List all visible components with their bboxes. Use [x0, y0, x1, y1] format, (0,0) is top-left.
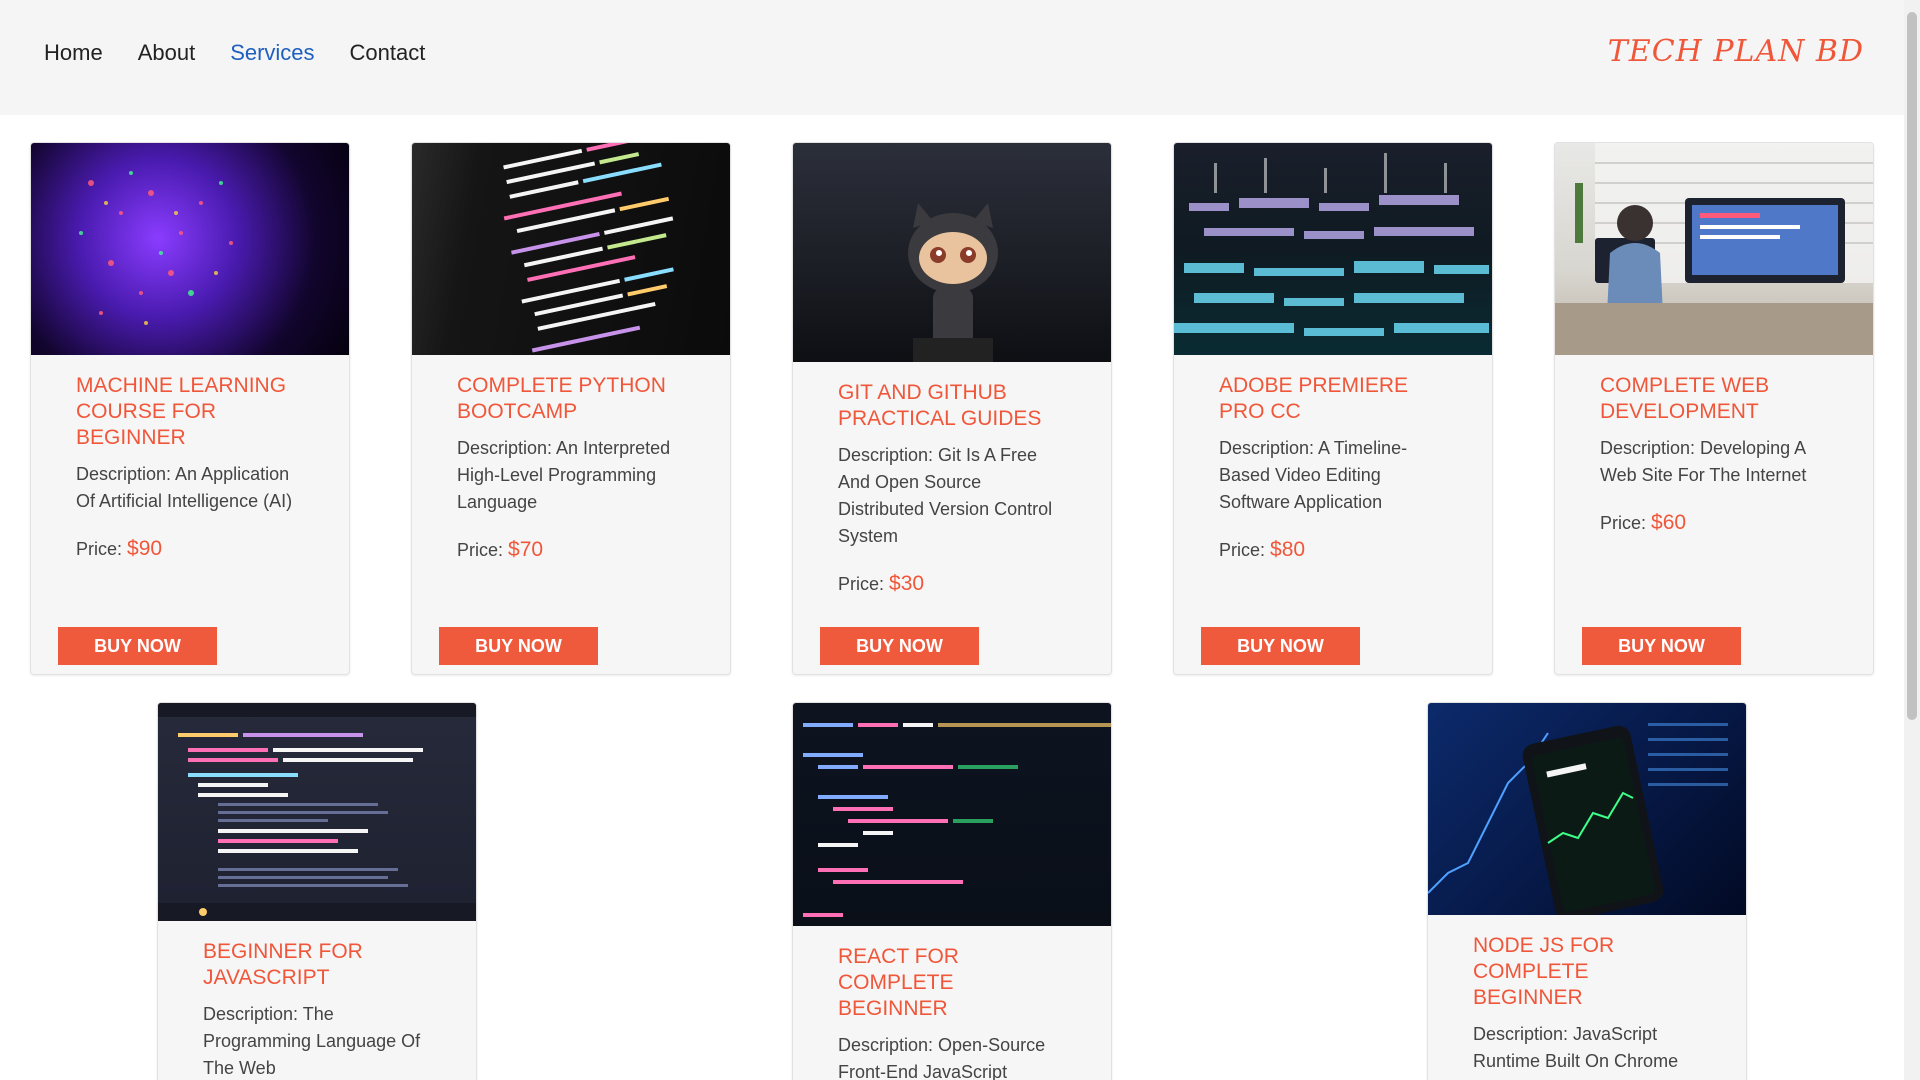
price-amount: $30 — [889, 572, 925, 595]
card-description: Description: JavaScript Runtime Built On… — [1473, 1024, 1679, 1080]
card-body: NODE JS FOR COMPLETE BEGINNER Descriptio… — [1428, 915, 1746, 1080]
stock-phone-image — [1428, 703, 1746, 915]
price-amount: $80 — [1270, 538, 1306, 561]
card-body: COMPLETE WEB DEVELOPMENT Description: De… — [1555, 355, 1873, 535]
course-card: GIT AND GITHUB PRACTICAL GUIDES Descript… — [792, 142, 1112, 675]
buy-now-button[interactable]: BUY NOW — [1582, 627, 1741, 665]
video-timeline-image — [1174, 143, 1492, 355]
buy-now-button[interactable]: BUY NOW — [820, 627, 979, 665]
card-description: Description: An Application Of Artificia… — [76, 464, 293, 511]
course-card: NODE JS FOR COMPLETE BEGINNER Descriptio… — [1427, 702, 1747, 1080]
nav-links: Home About Services Contact — [44, 40, 425, 66]
price-label: Price: — [457, 540, 504, 560]
price-amount: $60 — [1651, 511, 1687, 534]
nav-link-about[interactable]: About — [138, 40, 196, 66]
developer-desk-image — [1555, 143, 1873, 355]
card-title: REACT FOR COMPLETE BEGINNER — [838, 945, 959, 1020]
card-title: BEGINNER FOR JAVASCRIPT — [203, 940, 363, 989]
scrollbar-thumb[interactable] — [1907, 12, 1917, 720]
price-label: Price: — [1600, 513, 1647, 533]
price-label: Price: — [76, 539, 123, 559]
card-price: Price: $60 — [1600, 511, 1828, 535]
course-card: MACHINE LEARNING COURSE FOR BEGINNER Des… — [30, 142, 350, 675]
buy-now-button[interactable]: BUY NOW — [1201, 627, 1360, 665]
card-description: Description: An Interpreted High-Level P… — [457, 438, 671, 512]
price-label: Price: — [838, 574, 885, 594]
nav-link-home[interactable]: Home — [44, 40, 103, 66]
card-body: COMPLETE PYTHON BOOTCAMP Description: An… — [412, 355, 730, 562]
brand-logo[interactable]: TECH PLAN BD — [1608, 34, 1864, 69]
buy-now-button[interactable]: BUY NOW — [439, 627, 598, 665]
card-description: Description: Git Is A Free And Open Sour… — [838, 445, 1053, 546]
vertical-scrollbar[interactable] — [1904, 0, 1920, 1080]
course-card: BEGINNER FOR JAVASCRIPT Description: The… — [157, 702, 477, 1080]
card-body: REACT FOR COMPLETE BEGINNER Description:… — [793, 926, 1111, 1080]
card-price: Price: $80 — [1219, 538, 1447, 562]
card-body: GIT AND GITHUB PRACTICAL GUIDES Descript… — [793, 362, 1111, 596]
course-card: REACT FOR COMPLETE BEGINNER Description:… — [792, 702, 1112, 1080]
card-body: ADOBE PREMIERE PRO CC Description: A Tim… — [1174, 355, 1492, 562]
javascript-code-image — [158, 703, 476, 921]
card-title: COMPLETE PYTHON BOOTCAMP — [457, 374, 666, 423]
card-body: MACHINE LEARNING COURSE FOR BEGINNER Des… — [31, 355, 349, 561]
card-description: Description: A Timeline-Based Video Edit… — [1219, 438, 1408, 512]
python-code-image — [412, 143, 730, 355]
card-price: Price: $70 — [457, 538, 685, 562]
card-title: ADOBE PREMIERE PRO CC — [1219, 374, 1409, 423]
price-label: Price: — [1219, 540, 1266, 560]
card-price: Price: $30 — [838, 572, 1066, 596]
course-card: COMPLETE WEB DEVELOPMENT Description: De… — [1554, 142, 1874, 675]
course-card: COMPLETE PYTHON BOOTCAMP Description: An… — [411, 142, 731, 675]
card-price: Price: $90 — [76, 537, 304, 561]
card-body: BEGINNER FOR JAVASCRIPT Description: The… — [158, 921, 476, 1080]
card-title: NODE JS FOR COMPLETE BEGINNER — [1473, 934, 1615, 1009]
price-amount: $90 — [127, 537, 163, 560]
buy-now-button[interactable]: BUY NOW — [58, 627, 217, 665]
card-description: Description: Developing A Web Site For T… — [1600, 438, 1807, 485]
card-title: MACHINE LEARNING COURSE FOR BEGINNER — [76, 374, 287, 449]
card-description: Description: Open-Source Front-End JavaS… — [838, 1035, 1046, 1080]
card-title: GIT AND GITHUB PRACTICAL GUIDES — [838, 381, 1042, 430]
card-title: COMPLETE WEB DEVELOPMENT — [1600, 374, 1770, 423]
octocat-figure-image — [793, 143, 1111, 362]
neon-face-image — [31, 143, 349, 355]
react-code-image — [793, 703, 1111, 926]
card-description: Description: The Programming Language Of… — [203, 1004, 421, 1078]
course-card: ADOBE PREMIERE PRO CC Description: A Tim… — [1173, 142, 1493, 675]
navbar: Home About Services Contact TECH PLAN BD — [0, 0, 1904, 115]
price-amount: $70 — [508, 538, 544, 561]
nav-link-services[interactable]: Services — [230, 40, 314, 66]
nav-link-contact[interactable]: Contact — [350, 40, 426, 66]
